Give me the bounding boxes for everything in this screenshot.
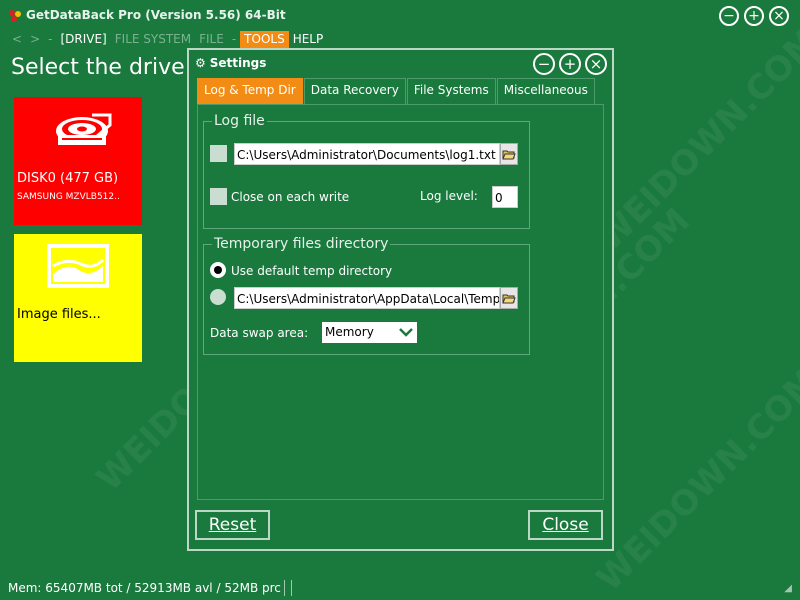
- log-browse-button[interactable]: [500, 143, 518, 165]
- data-swap-select[interactable]: Memory: [322, 322, 417, 343]
- dialog-title: Settings: [209, 56, 267, 70]
- menu-file-system[interactable]: FILE SYSTEM: [111, 31, 195, 48]
- menu-bar: < > - [DRIVE] FILE SYSTEM FILE - TOOLS H…: [8, 31, 327, 48]
- close-dialog-button[interactable]: Close: [528, 510, 603, 540]
- menu-file[interactable]: FILE: [195, 31, 228, 48]
- menu-separator: -: [231, 32, 237, 46]
- temp-path-field[interactable]: C:\Users\Administrator\AppData\Local\Tem…: [234, 287, 500, 309]
- nav-forward-button[interactable]: >: [26, 31, 44, 48]
- dialog-close-button[interactable]: ×: [585, 53, 607, 75]
- memory-status: Mem: 65407MB tot / 52913MB avl / 52MB pr…: [8, 581, 281, 595]
- close-each-write-checkbox[interactable]: [210, 188, 227, 205]
- settings-dialog: ⚙ Settings − + × Log & Temp Dir Data Rec…: [187, 48, 614, 551]
- log-enable-checkbox[interactable]: [210, 145, 227, 162]
- page-title: Select the drive you: [11, 55, 186, 80]
- nav-back-button[interactable]: <: [8, 31, 26, 48]
- tab-data-recovery[interactable]: Data Recovery: [303, 78, 406, 104]
- use-default-temp-label: Use default temp directory: [231, 264, 393, 278]
- log-path-field[interactable]: C:\Users\Administrator\Documents\log1.tx…: [234, 143, 500, 165]
- log-file-legend: Log file: [214, 113, 265, 129]
- image-icon: [47, 244, 109, 288]
- maximize-button[interactable]: +: [744, 6, 764, 26]
- dialog-maximize-button[interactable]: +: [559, 53, 581, 75]
- temp-dir-legend: Temporary files directory: [214, 236, 389, 252]
- tab-panel-log-temp: Log file C:\Users\Administrator\Document…: [197, 104, 604, 500]
- radio-selected-dot: [214, 266, 222, 274]
- log-file-group: Log file: [203, 113, 530, 229]
- app-title: GetDataBack Pro (Version 5.56) 64-Bit: [26, 8, 286, 22]
- custom-temp-radio[interactable]: [210, 289, 226, 305]
- status-bar: Mem: 65407MB tot / 52913MB avl / 52MB pr…: [0, 576, 800, 600]
- hard-disk-icon: [56, 113, 112, 145]
- resize-grip-icon[interactable]: ◢: [784, 583, 792, 594]
- menu-help[interactable]: HELP: [289, 31, 328, 48]
- log-level-label: Log level:: [420, 189, 478, 203]
- folder-open-icon: [502, 150, 516, 159]
- minimize-button[interactable]: −: [719, 6, 739, 26]
- use-default-temp-radio[interactable]: [210, 262, 226, 278]
- image-files-tile[interactable]: Image files...: [14, 234, 142, 362]
- folder-open-icon: [502, 294, 516, 303]
- menu-separator: -: [48, 32, 53, 46]
- disk-tile-label: DISK0 (477 GB): [17, 171, 119, 186]
- disk-tile[interactable]: DISK0 (477 GB) SAMSUNG MZVLB512..: [14, 97, 142, 225]
- settings-tabs: Log & Temp Dir Data Recovery File System…: [197, 78, 596, 104]
- close-each-write-label: Close on each write: [231, 190, 350, 204]
- data-swap-label: Data swap area:: [210, 326, 309, 340]
- log-level-input[interactable]: 0: [492, 186, 518, 208]
- title-bar: GetDataBack Pro (Version 5.56) 64-Bit − …: [0, 0, 800, 30]
- menu-drive[interactable]: [DRIVE]: [56, 31, 110, 48]
- status-separator: [284, 580, 292, 596]
- temp-browse-button[interactable]: [500, 287, 518, 309]
- tab-file-systems[interactable]: File Systems: [406, 78, 496, 104]
- disk-tile-model: SAMSUNG MZVLB512..: [17, 192, 120, 202]
- close-button[interactable]: ×: [769, 6, 789, 26]
- dialog-minimize-button[interactable]: −: [533, 53, 555, 75]
- menu-tools[interactable]: TOOLS: [240, 31, 289, 48]
- settings-gear-icon: ⚙: [195, 56, 206, 70]
- data-swap-value: Memory: [325, 325, 374, 339]
- image-tile-label: Image files...: [17, 307, 101, 322]
- tab-log-temp-dir[interactable]: Log & Temp Dir: [197, 78, 303, 104]
- reset-button[interactable]: Reset: [195, 510, 270, 540]
- tab-miscellaneous[interactable]: Miscellaneous: [496, 78, 595, 104]
- dialog-title-bar: ⚙ Settings: [195, 56, 266, 70]
- app-logo-icon: [9, 10, 21, 22]
- chevron-down-icon: [399, 328, 413, 337]
